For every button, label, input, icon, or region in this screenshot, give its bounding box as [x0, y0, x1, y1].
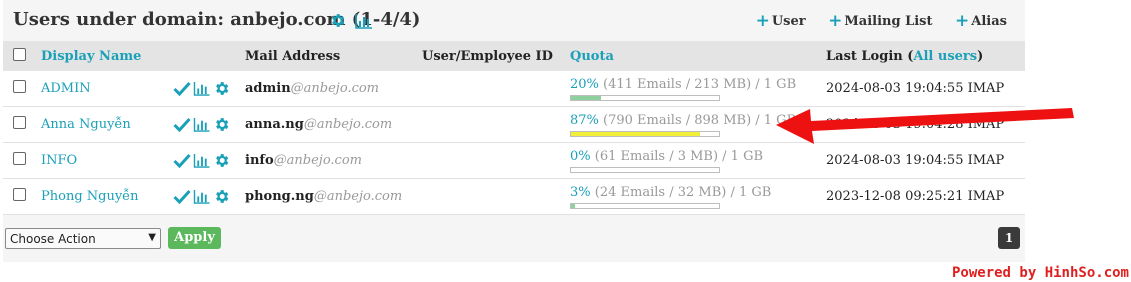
powered-by-watermark: Powered by HinhSo.com — [951, 265, 1129, 281]
annotation-arrow — [776, 108, 1074, 144]
